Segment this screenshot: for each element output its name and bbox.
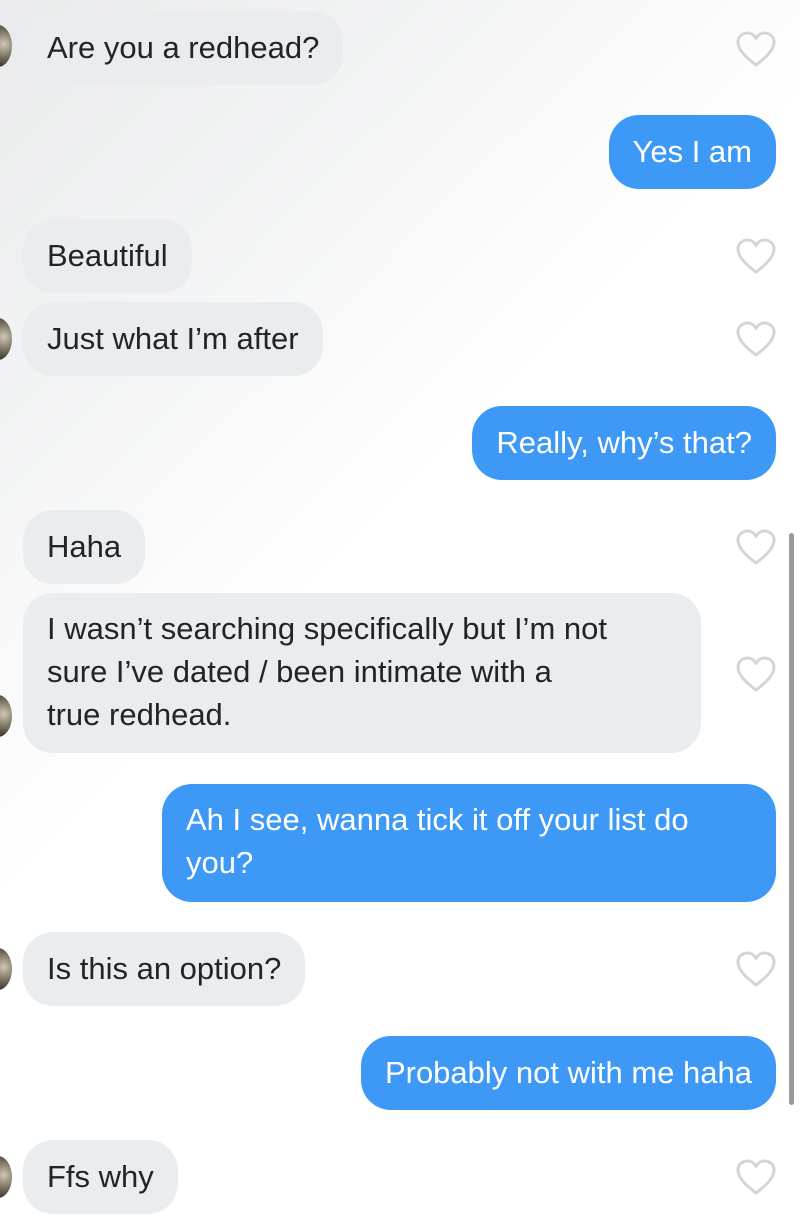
heart-icon[interactable] <box>735 1158 777 1196</box>
message-bubble-incoming[interactable]: Is this an option? <box>23 932 306 1006</box>
message-bubble-outgoing[interactable]: Ah I see, wanna tick it off your list do… <box>162 784 776 902</box>
message-text: Probably not with me haha <box>384 1055 752 1090</box>
heart-icon[interactable] <box>735 320 777 358</box>
heart-icon[interactable] <box>735 30 777 68</box>
message-text-line: sure I’ve dated / been intimate with a <box>47 654 552 689</box>
message-bubble-incoming[interactable]: Ffs why <box>23 1140 178 1214</box>
chat-thread: Are you a redhead? Yes I am Beautiful Ju… <box>0 0 800 1224</box>
avatar[interactable] <box>0 1156 12 1198</box>
heart-icon[interactable] <box>735 655 777 693</box>
message-text: Are you a redhead? <box>47 30 320 65</box>
scrollbar[interactable] <box>789 533 794 1105</box>
message-text-line: true redhead. <box>47 697 232 732</box>
heart-icon[interactable] <box>735 950 777 988</box>
message-bubble-incoming[interactable]: Beautiful <box>23 219 192 293</box>
message-bubble-outgoing[interactable]: Yes I am <box>608 115 776 189</box>
message-text: Just what I’m after <box>47 321 299 356</box>
message-text-line: I wasn’t searching specifically but I’m … <box>47 611 607 646</box>
message-bubble-incoming[interactable]: Are you a redhead? <box>23 11 344 85</box>
message-text: Really, why’s that? <box>496 425 752 460</box>
heart-icon[interactable] <box>735 528 777 566</box>
avatar[interactable] <box>0 318 12 360</box>
message-bubble-incoming[interactable]: Just what I’m after <box>23 302 323 376</box>
message-bubble-outgoing[interactable]: Really, why’s that? <box>472 406 776 480</box>
heart-icon[interactable] <box>735 237 777 275</box>
message-text-line: Ah I see, wanna tick it off your list do <box>186 802 689 837</box>
message-text: Haha <box>47 529 122 564</box>
avatar[interactable] <box>0 25 12 67</box>
message-bubble-outgoing[interactable]: Probably not with me haha <box>360 1036 776 1110</box>
message-text: Is this an option? <box>47 951 282 986</box>
avatar[interactable] <box>0 695 12 737</box>
message-text: Beautiful <box>47 238 168 273</box>
message-text: Ffs why <box>47 1159 154 1194</box>
message-text-line: you? <box>186 845 254 880</box>
message-bubble-incoming[interactable]: Haha <box>23 510 146 584</box>
avatar[interactable] <box>0 948 12 990</box>
message-bubble-incoming[interactable]: I wasn’t searching specifically but I’m … <box>23 593 701 753</box>
message-text: Yes I am <box>632 134 752 169</box>
